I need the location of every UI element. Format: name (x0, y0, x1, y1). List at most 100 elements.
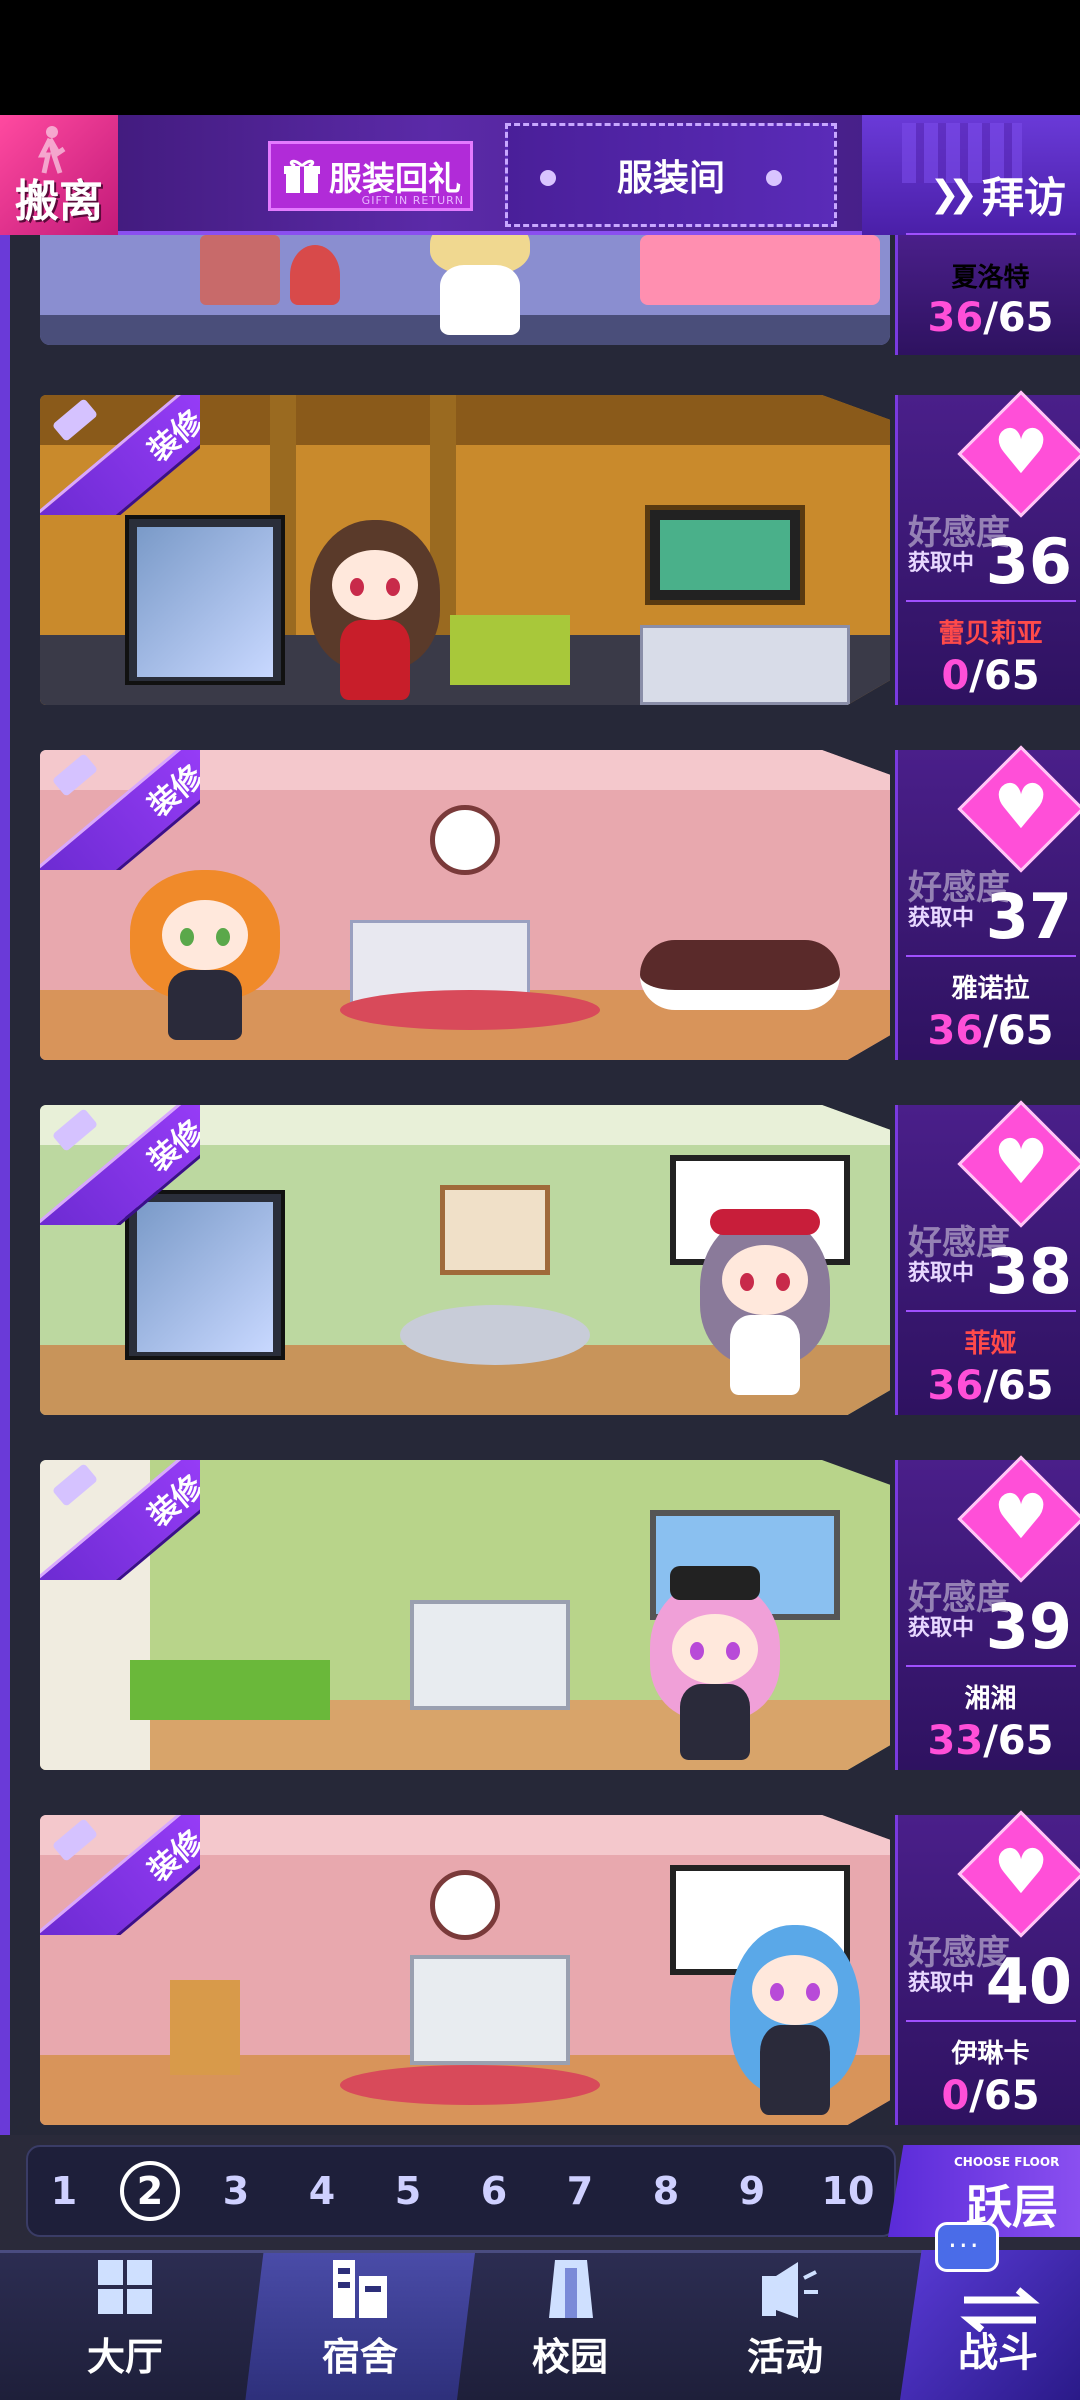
room-yanora[interactable]: 装修 (40, 750, 890, 1060)
affection-current: 36 (927, 1008, 984, 1054)
decorate-label: 装修 (141, 1113, 200, 1180)
affection-value: 36/65 (927, 1008, 1054, 1054)
room-irinka[interactable]: 装修 (40, 1815, 890, 2125)
chat-dots: ... (948, 2221, 981, 2254)
room-charlotte[interactable] (40, 235, 890, 345)
decorate-button[interactable]: 装修 (40, 1105, 200, 1225)
room-info-charlotte[interactable]: 夏洛特 36/65 (895, 233, 1080, 355)
nav-battle-label: 战斗 (958, 2330, 1038, 2376)
dorm-rooms-list[interactable]: 夏洛特 36/65 装修 装修 装修 装修 装修 ♥ 好感度 获取中 36 蕾贝… (0, 233, 1080, 2135)
floor-5-button[interactable]: 5 (378, 2161, 438, 2221)
status-bar (0, 0, 1080, 115)
character-irinka[interactable] (730, 1925, 860, 2115)
paint-roller-icon (51, 1108, 99, 1152)
gift-return-button[interactable]: 服装回礼 GIFT IN RETURN (268, 141, 473, 211)
character-charlotte[interactable] (420, 235, 540, 335)
affection-status: 获取中 (908, 1616, 975, 1641)
room-info-fiya[interactable]: ♥ 好感度 获取中 38 菲娅 36/65 (895, 1100, 1080, 1415)
affection-level: 39 (985, 1590, 1072, 1663)
affection-max: 65 (997, 1008, 1054, 1054)
decorate-label: 装修 (141, 1823, 200, 1890)
divider (906, 955, 1076, 957)
divider (906, 600, 1076, 602)
green-box (450, 615, 570, 685)
floor-6-button[interactable]: 6 (464, 2161, 524, 2221)
floor-4-button[interactable]: 4 (292, 2161, 352, 2221)
affection-current: 0 (941, 2073, 970, 2119)
nav-dorm-label: 宿舍 (321, 2335, 398, 2379)
nav-battle[interactable]: 战斗 (900, 2250, 1080, 2400)
gift-return-sub: GIFT IN RETURN (361, 194, 464, 207)
affection-value: 36/65 (927, 1363, 1054, 1409)
character-rebelia[interactable] (310, 520, 440, 700)
green-table (130, 1660, 330, 1720)
character-name: 伊琳卡 (951, 2039, 1030, 2069)
paint-roller-icon (51, 1463, 99, 1507)
tower-edge (0, 235, 10, 2135)
character-xiangxiang[interactable] (650, 1566, 780, 1760)
divider (906, 233, 1076, 235)
room-info-irinka[interactable]: ♥ 好感度 获取中 40 伊琳卡 0/65 (895, 1810, 1080, 2125)
affection-current: 36 (927, 295, 984, 341)
nav-dorm[interactable]: 宿舍 (245, 2253, 475, 2400)
nav-lobby-label: 大厅 (86, 2335, 163, 2379)
decorate-button[interactable]: 装修 (40, 395, 200, 515)
wardrobe-dot-left (540, 170, 556, 186)
character-name: 湘湘 (964, 1684, 1017, 1714)
divider (906, 2020, 1076, 2022)
shelf (410, 1600, 570, 1710)
dorm-building-icon (333, 2260, 387, 2318)
floor-2-button[interactable]: 2 (120, 2161, 180, 2221)
heart-icon: ♥ (957, 1455, 1080, 1583)
decorate-button[interactable]: 装修 (40, 1460, 200, 1580)
affection-level: 38 (985, 1235, 1072, 1308)
floor-8-button[interactable]: 8 (636, 2161, 696, 2221)
round-rug (340, 990, 600, 1030)
chat-bubble-icon[interactable]: ... (935, 2221, 999, 2272)
evacuate-button[interactable]: 搬离 (0, 115, 118, 235)
wardrobe-label: 服装间 (616, 158, 725, 199)
choose-floor-sub: CHOOSE FLOOR (954, 2155, 1060, 2169)
affection-status: 获取中 (908, 906, 975, 931)
divider (906, 1665, 1076, 1667)
double-chevron-icon: ❯❯ (929, 174, 978, 215)
visit-label: 拜访 (981, 173, 1066, 222)
fish-painting (440, 1185, 550, 1275)
pink-bed (640, 235, 880, 305)
affection-status: 获取中 (908, 1971, 975, 1996)
visit-button[interactable]: ❯❯ 拜访 (862, 115, 1080, 235)
floor-7-button[interactable]: 7 (550, 2161, 610, 2221)
room-rebelia[interactable]: 装修 (40, 395, 890, 705)
room-xiangxiang[interactable]: 装修 (40, 1460, 890, 1770)
decorate-button[interactable]: 装修 (40, 1815, 200, 1935)
affection-max: 65 (997, 1363, 1054, 1409)
gift-return-label: 服装回礼 (329, 159, 461, 198)
character-yanora[interactable] (130, 870, 280, 1040)
wall-clock (430, 1870, 500, 1940)
paint-roller-icon (51, 1818, 99, 1862)
character-fiya[interactable] (700, 1209, 830, 1395)
character-name: 雅诺拉 (951, 974, 1030, 1004)
nav-events[interactable]: 活动 (680, 2253, 890, 2400)
floor-3-button[interactable]: 3 (206, 2161, 266, 2221)
nav-campus[interactable]: 校园 (465, 2253, 675, 2400)
decorate-button[interactable]: 装修 (40, 750, 200, 870)
floor-1-button[interactable]: 1 (34, 2161, 94, 2221)
room-info-yanora[interactable]: ♥ 好感度 获取中 37 雅诺拉 36/65 (895, 745, 1080, 1060)
campus-icon (549, 2260, 593, 2318)
room-info-rebelia[interactable]: ♥ 好感度 获取中 36 蕾贝莉亚 0/65 (895, 390, 1080, 705)
affection-value: 33/65 (927, 1718, 1054, 1764)
megaphone-icon (762, 2262, 818, 2318)
tv-screen (645, 505, 805, 605)
room-fiya[interactable]: 装修 (40, 1105, 890, 1415)
floor-9-button[interactable]: 9 (722, 2161, 782, 2221)
room-info-xiangxiang[interactable]: ♥ 好感度 获取中 39 湘湘 33/65 (895, 1455, 1080, 1770)
heart-icon: ♥ (957, 1100, 1080, 1228)
floor-10-button[interactable]: 10 (808, 2161, 888, 2221)
nav-lobby[interactable]: 大厅 (20, 2253, 230, 2400)
top-bar: 搬离 服装回礼 GIFT IN RETURN 服装间 ❯❯ 拜访 (0, 115, 1080, 235)
wardrobe-button[interactable]: 服装间 (505, 123, 837, 227)
wardrobe-dot-right (766, 170, 782, 186)
affection-value: 36/65 (927, 295, 1054, 341)
heart-icon: ♥ (957, 1810, 1080, 1938)
